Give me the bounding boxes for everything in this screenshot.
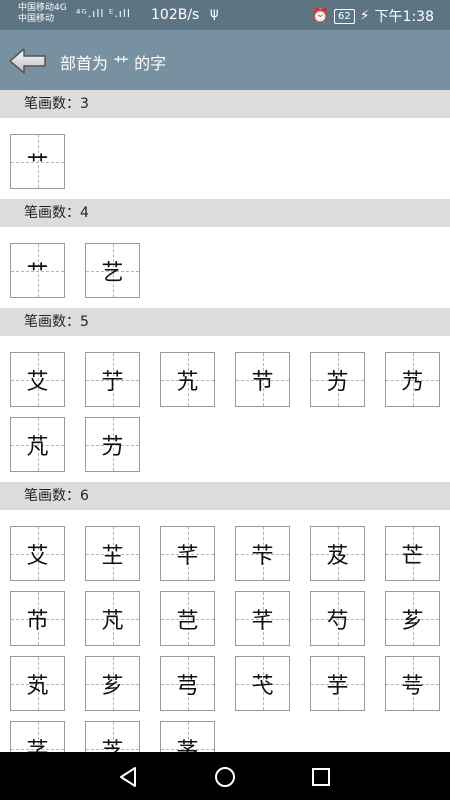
section-6-strokes: 笔画数：6 艾 芏 芊 芐 芨 芒 芇 芃 芑 芊 芍 芗 芄 芗 芎 芅 芋 … — [0, 482, 450, 752]
char-label: 芏 — [101, 543, 124, 569]
section-4-strokes: 笔画数：4 艹 艺 — [0, 199, 450, 308]
page-title: 部首为 艹 的字 — [60, 54, 167, 73]
char-cell[interactable]: 芅 — [235, 656, 290, 711]
usb-icon: ψ — [210, 6, 219, 21]
char-label: 芅 — [251, 673, 274, 699]
char-label: 芗 — [401, 608, 424, 634]
char-label: 艻 — [326, 369, 349, 395]
char-cell[interactable]: 芒 — [385, 526, 440, 581]
section-header: 笔画数：3 — [0, 90, 450, 118]
char-cell[interactable]: 芄 — [10, 656, 65, 711]
char-label: 芓 — [26, 738, 49, 753]
char-grid: 艹 — [0, 118, 450, 199]
char-label: 芋 — [326, 673, 349, 699]
char-cell[interactable]: 艺 — [85, 243, 140, 298]
char-cell[interactable]: 芃 — [85, 591, 140, 646]
back-arrow-icon — [9, 48, 46, 74]
char-cell[interactable]: 艼 — [85, 352, 140, 407]
status-bar: 中国移动4G 中国移动 ⁴ᴳ.ıll ᴱ.ıll 102B/s ψ ⏰ 62 ⚡… — [0, 0, 450, 30]
nav-recents-icon[interactable] — [309, 765, 333, 789]
nav-home-icon[interactable] — [213, 765, 237, 789]
char-label: 芊 — [176, 543, 199, 569]
char-label: 芃 — [101, 608, 124, 634]
char-cell[interactable]: 艹 — [10, 134, 65, 189]
char-label: 芗 — [101, 673, 124, 699]
char-label: 芧 — [176, 738, 199, 753]
alarm-icon: ⏰ — [311, 8, 329, 24]
char-cell[interactable]: 艽 — [160, 352, 215, 407]
char-cell[interactable]: 芍 — [310, 591, 365, 646]
char-cell[interactable]: 芧 — [160, 721, 215, 752]
char-cell[interactable]: 芎 — [160, 656, 215, 711]
char-cell[interactable]: 芌 — [385, 656, 440, 711]
char-label: 艼 — [101, 369, 124, 395]
char-cell[interactable]: 芓 — [10, 721, 65, 752]
char-label: 艹 — [26, 151, 49, 177]
char-label: 艾 — [26, 543, 49, 569]
char-label: 芀 — [101, 434, 124, 460]
section-header: 笔画数：4 — [0, 199, 450, 227]
char-cell[interactable]: 艹 — [10, 243, 65, 298]
char-cell[interactable]: 芏 — [85, 526, 140, 581]
char-label: 芑 — [176, 608, 199, 634]
char-cell[interactable]: 艻 — [310, 352, 365, 407]
char-grid: 艾 芏 芊 芐 芨 芒 芇 芃 芑 芊 芍 芗 芄 芗 芎 芅 芋 芌 芓 芝 — [0, 510, 450, 752]
signal-icon: ⁴ᴳ.ıll ᴱ.ıll — [76, 7, 131, 20]
network-speed: 102B/s — [151, 7, 200, 23]
carrier-line-2: 中国移动 — [18, 14, 55, 24]
char-grid: 艹 艺 — [0, 227, 450, 308]
char-label: 艽 — [176, 369, 199, 395]
char-label: 艺 — [101, 260, 124, 286]
char-cell[interactable]: 芋 — [310, 656, 365, 711]
back-button[interactable] — [8, 46, 48, 76]
char-label: 芒 — [401, 543, 424, 569]
char-label: 芃 — [26, 434, 49, 460]
char-cell[interactable]: 芊 — [235, 591, 290, 646]
char-label: 芇 — [26, 608, 49, 634]
section-3-strokes: 笔画数：3 艹 — [0, 90, 450, 199]
char-label: 艾 — [26, 369, 49, 395]
nav-back-icon[interactable] — [116, 765, 140, 789]
section-header: 笔画数：5 — [0, 308, 450, 336]
app-root: 中国移动4G 中国移动 ⁴ᴳ.ıll ᴱ.ıll 102B/s ψ ⏰ 62 ⚡… — [0, 0, 450, 800]
charging-icon: ⚡ — [359, 8, 370, 24]
char-cell[interactable]: 芗 — [85, 656, 140, 711]
carrier-info: 中国移动4G 中国移动 — [18, 3, 67, 25]
char-label: 芄 — [26, 673, 49, 699]
char-label: 艿 — [401, 369, 424, 395]
char-label: 芍 — [326, 608, 349, 634]
char-cell[interactable]: 节 — [235, 352, 290, 407]
char-label: 节 — [251, 369, 274, 395]
navigation-bar — [0, 752, 450, 800]
char-cell[interactable]: 芊 — [160, 526, 215, 581]
char-label: 芎 — [176, 673, 199, 699]
section-5-strokes: 笔画数：5 艾 艼 艽 节 艻 艿 芃 芀 — [0, 308, 450, 482]
char-label: 芌 — [401, 673, 424, 699]
char-label: 芨 — [326, 543, 349, 569]
app-bar: 部首为 艹 的字 — [0, 30, 450, 90]
battery-icon: 62 — [333, 8, 355, 24]
char-cell[interactable]: 艾 — [10, 352, 65, 407]
char-label: 艹 — [26, 260, 49, 286]
status-right: ⏰ 62 ⚡ 下午1:38 — [312, 6, 434, 26]
char-cell[interactable]: 芝 — [85, 721, 140, 752]
carrier-line-1: 中国移动4G — [18, 3, 67, 13]
char-cell[interactable]: 艿 — [385, 352, 440, 407]
clock: 下午1:38 — [374, 9, 434, 25]
char-cell[interactable]: 芐 — [235, 526, 290, 581]
char-cell[interactable]: 芨 — [310, 526, 365, 581]
char-grid: 艾 艼 艽 节 艻 艿 芃 芀 — [0, 336, 450, 482]
section-header: 笔画数：6 — [0, 482, 450, 510]
char-label: 芊 — [251, 608, 274, 634]
char-cell[interactable]: 芇 — [10, 591, 65, 646]
char-cell[interactable]: 芑 — [160, 591, 215, 646]
char-label: 芝 — [101, 738, 124, 753]
char-cell[interactable]: 芗 — [385, 591, 440, 646]
char-label: 芐 — [251, 543, 274, 569]
char-cell[interactable]: 芀 — [85, 417, 140, 472]
char-cell[interactable]: 艾 — [10, 526, 65, 581]
content-list[interactable]: 笔画数：3 艹 笔画数：4 艹 艺 笔画数：5 艾 艼 艽 节 艻 艿 芃 芀 — [0, 90, 450, 752]
char-cell[interactable]: 芃 — [10, 417, 65, 472]
